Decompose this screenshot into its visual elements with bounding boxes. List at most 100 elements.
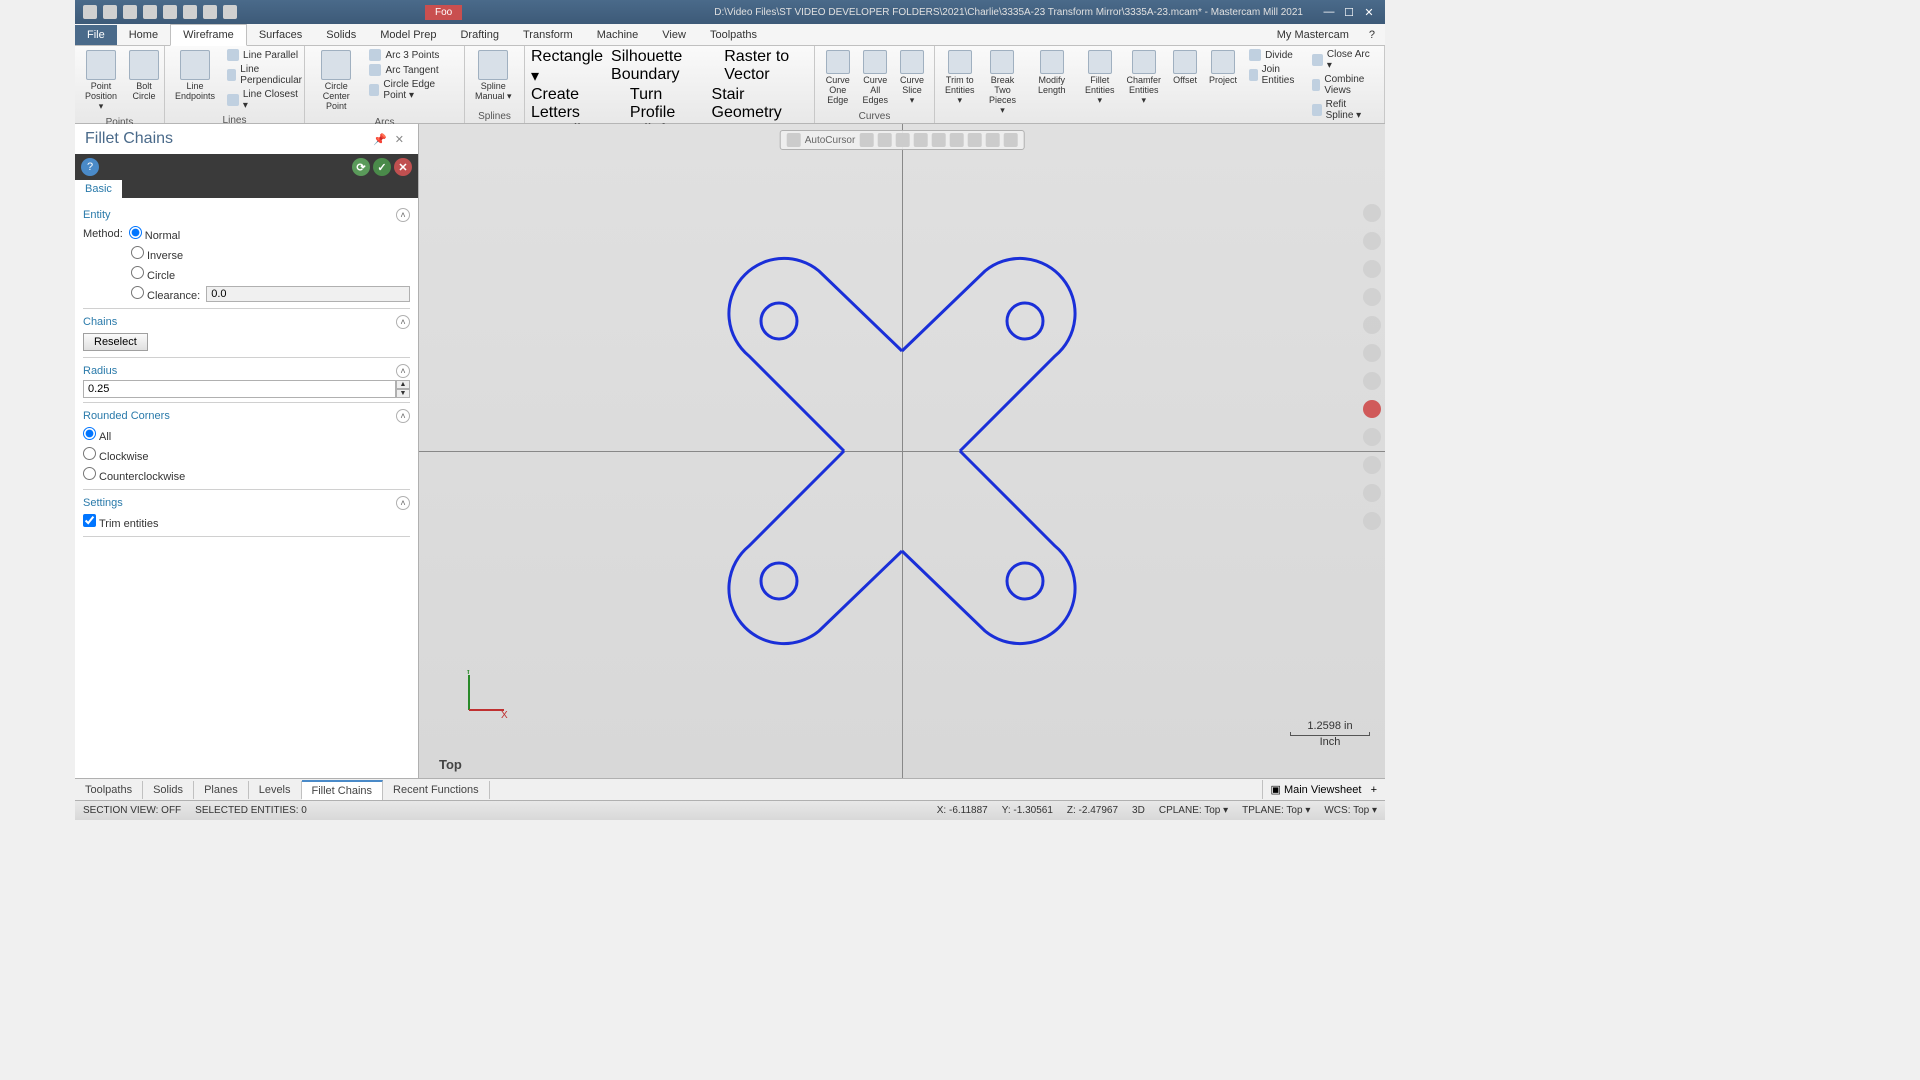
pin-icon[interactable]: 📌 [369,133,391,146]
break-button[interactable]: Break TwoPieces ▾ [983,48,1023,118]
rounded-ccw-radio[interactable]: Counterclockwise [83,467,185,483]
vr-icon[interactable] [1363,456,1381,474]
tab-drafting[interactable]: Drafting [448,25,511,45]
vr-icon[interactable] [1363,400,1381,418]
viewsheet-tab[interactable]: ▣ Main Viewsheet + [1262,780,1386,799]
line-closest-button[interactable]: Line Closest ▾ [223,88,309,112]
line-parallel-button[interactable]: Line Parallel [223,48,309,62]
vr-icon[interactable] [1363,204,1381,222]
tab-surfaces[interactable]: Surfaces [247,25,314,45]
tab-wireframe[interactable]: Wireframe [170,24,247,46]
vt-icon[interactable] [913,133,927,147]
line-endpoints-button[interactable]: LineEndpoints [171,48,219,104]
vt-icon[interactable] [985,133,999,147]
chevron-up-icon[interactable]: ˄ [396,208,410,222]
open-icon[interactable] [123,5,137,19]
apply-icon[interactable]: ⟳ [352,158,370,176]
reselect-button[interactable]: Reselect [83,333,148,351]
vt-icon[interactable] [931,133,945,147]
screen-icon[interactable] [163,5,177,19]
point-position-button[interactable]: PointPosition ▾ [81,48,121,114]
context-tab[interactable]: Foo [425,5,462,20]
vt-icon[interactable] [967,133,981,147]
vr-icon[interactable] [1363,512,1381,530]
save-icon[interactable] [103,5,117,19]
radius-input[interactable] [83,380,396,398]
btab-fillet[interactable]: Fillet Chains [302,780,384,800]
tab-view[interactable]: View [650,25,698,45]
letters-button[interactable]: Create Letters [531,86,622,122]
vt-icon[interactable] [949,133,963,147]
curve-slice-button[interactable]: CurveSlice ▾ [896,48,928,108]
maximize-button[interactable]: ☐ [1343,6,1355,19]
tab-file[interactable]: File [75,25,117,45]
chevron-up-icon[interactable]: ˄ [396,496,410,510]
status-wcs[interactable]: WCS: Top ▾ [1324,805,1377,816]
join-button[interactable]: Join Entities [1245,63,1304,87]
chamfer-button[interactable]: ChamferEntities ▾ [1123,48,1166,108]
vr-icon[interactable] [1363,232,1381,250]
panel-tab-basic[interactable]: Basic [75,180,122,198]
tab-transform[interactable]: Transform [511,25,585,45]
cancel-icon[interactable]: ✕ [394,158,412,176]
chevron-up-icon[interactable]: ˄ [396,364,410,378]
vt-icon[interactable] [1003,133,1017,147]
cursor-icon[interactable] [787,133,801,147]
undo-icon[interactable] [203,5,217,19]
btab-recent[interactable]: Recent Functions [383,781,490,799]
method-inverse-radio[interactable]: Inverse [131,246,183,262]
vr-icon[interactable] [1363,344,1381,362]
close-button[interactable]: ✕ [1363,6,1375,19]
radius-up[interactable]: ▲ [396,380,410,389]
vt-icon[interactable] [877,133,891,147]
method-normal-radio[interactable]: Normal [129,226,180,242]
project-button[interactable]: Project [1205,48,1241,88]
raster-button[interactable]: Raster to Vector [724,48,808,86]
refit-button[interactable]: Refit Spline ▾ [1308,98,1378,122]
chevron-up-icon[interactable]: ˄ [396,409,410,423]
trim-button[interactable]: Trim toEntities ▾ [941,48,979,108]
minimize-button[interactable]: — [1323,6,1335,19]
opt-icon[interactable] [183,5,197,19]
account-link[interactable]: My Mastercam [1267,25,1359,45]
viewport[interactable]: AutoCursor YX Top 1.2598 in Inch [419,124,1385,778]
tab-modelprep[interactable]: Model Prep [368,25,448,45]
btab-levels[interactable]: Levels [249,781,302,799]
new-icon[interactable] [83,5,97,19]
vr-icon[interactable] [1363,372,1381,390]
arc-tangent-button[interactable]: Arc Tangent [365,63,458,77]
status-mode[interactable]: 3D [1132,805,1145,816]
silhouette-button[interactable]: Silhouette Boundary [611,48,716,86]
turnprofile-button[interactable]: Turn Profile [630,86,704,122]
spline-manual-button[interactable]: SplineManual ▾ [471,48,516,104]
curve-one-button[interactable]: CurveOne Edge [821,48,854,108]
bolt-circle-button[interactable]: BoltCircle [125,48,163,104]
tab-toolpaths[interactable]: Toolpaths [698,25,769,45]
clearance-input[interactable] [206,286,410,302]
vr-icon[interactable] [1363,288,1381,306]
status-tplane[interactable]: TPLANE: Top ▾ [1242,805,1310,816]
btab-planes[interactable]: Planes [194,781,249,799]
help-icon[interactable]: ? [81,158,99,176]
rounded-cw-radio[interactable]: Clockwise [83,447,149,463]
btab-solids[interactable]: Solids [143,781,194,799]
tab-home[interactable]: Home [117,25,170,45]
ok-icon[interactable]: ✓ [373,158,391,176]
offset-button[interactable]: Offset [1169,48,1201,88]
vr-icon[interactable] [1363,428,1381,446]
vr-icon[interactable] [1363,260,1381,278]
status-cplane[interactable]: CPLANE: Top ▾ [1159,805,1228,816]
status-section[interactable]: SECTION VIEW: OFF [83,805,181,816]
rectangle-button[interactable]: Rectangle ▾ [531,48,603,86]
fillet-button[interactable]: FilletEntities ▾ [1081,48,1119,108]
trim-checkbox[interactable]: Trim entities [83,514,159,530]
btab-toolpaths[interactable]: Toolpaths [75,781,143,799]
curve-all-button[interactable]: Curve AllEdges [858,48,892,108]
tab-machine[interactable]: Machine [585,25,651,45]
line-perpendicular-button[interactable]: Line Perpendicular [223,63,309,87]
help-icon[interactable]: ? [1359,25,1385,45]
modlen-button[interactable]: Modify Length [1026,48,1077,98]
vr-icon[interactable] [1363,484,1381,502]
method-clearance-radio[interactable]: Clearance: [131,286,200,302]
print-icon[interactable] [143,5,157,19]
